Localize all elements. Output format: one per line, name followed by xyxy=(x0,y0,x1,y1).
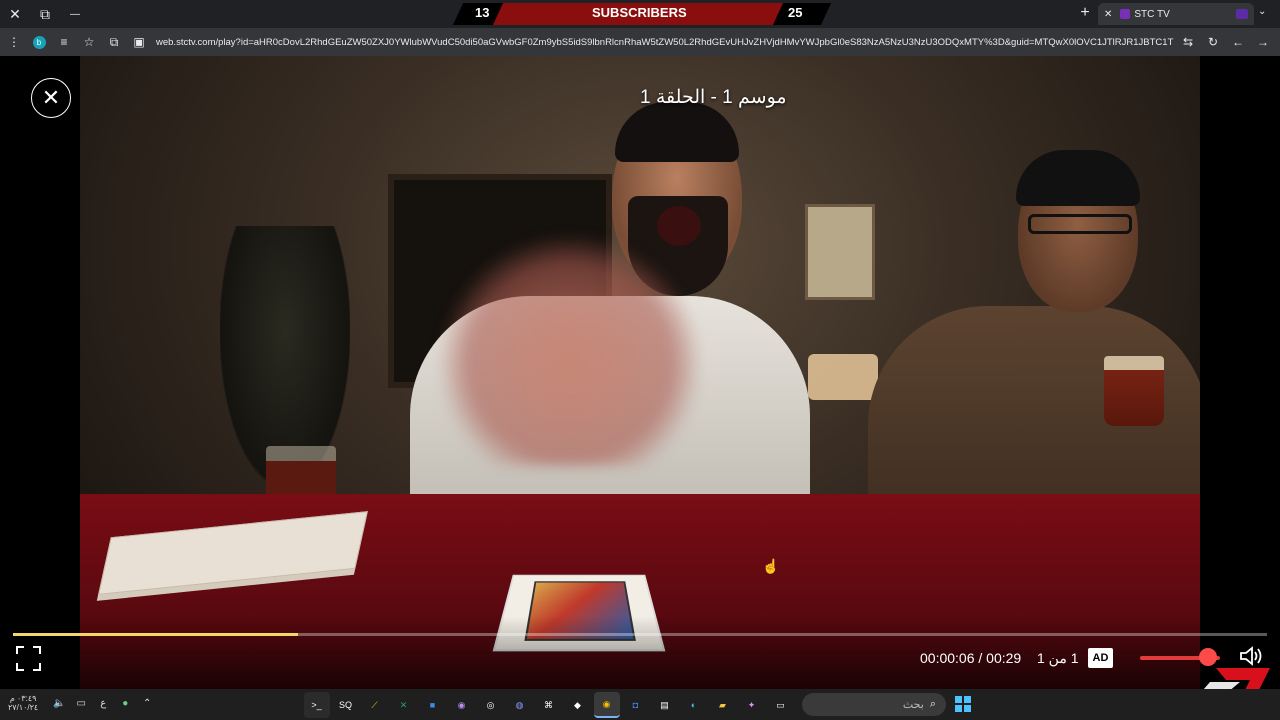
copilot-icon[interactable]: ✦ xyxy=(739,692,765,718)
site-info-icon[interactable]: ▣ xyxy=(128,31,150,53)
install-app-icon[interactable]: ⧉ xyxy=(103,31,125,53)
episode-title: موسم 1 - الحلقة 1 xyxy=(640,87,787,108)
lamp xyxy=(808,354,878,400)
system-tray: ٠٣:٤٩ م ٢٧/١٠/٢٤ 🔈 ▭ ع ● ⌃ xyxy=(8,694,158,712)
menu-dots-icon[interactable]: ⋮ xyxy=(3,31,25,53)
subscriber-left-count: 13 xyxy=(475,5,490,20)
sql-app-icon[interactable]: SQ xyxy=(333,692,359,718)
address-bar: ⋮ b ≡ ☆ ⧉ ▣ web.stctv.com/play?id=aHR0cD… xyxy=(0,28,1280,56)
video-frame[interactable] xyxy=(80,56,1200,689)
tea-glass-right xyxy=(1104,356,1164,426)
player-close-button[interactable]: ✕ xyxy=(31,78,71,118)
reading-mode-icon[interactable]: ≡ xyxy=(53,31,75,53)
window-minimize-button[interactable]: — xyxy=(60,0,90,28)
ad-badge: AD xyxy=(1088,648,1113,668)
discord-icon[interactable]: ◍ xyxy=(507,692,533,718)
video-player[interactable]: ✕ موسم 1 - الحلقة 1 ☝ 00:00:06 / 00:29 1… xyxy=(0,56,1280,689)
taskbar-search[interactable]: بحث ⌕ xyxy=(802,693,946,716)
ctrl-app-icon[interactable]: ⌘ xyxy=(536,692,562,718)
tab-search-chevron-icon[interactable]: ⌄ xyxy=(1258,6,1266,17)
chrome-icon[interactable]: ◉ xyxy=(593,692,620,718)
star-icon[interactable]: ☆ xyxy=(78,31,100,53)
back-icon[interactable]: ← xyxy=(1227,31,1249,53)
windows-taskbar: ٠٣:٤٩ م ٢٧/١٠/٢٤ 🔈 ▭ ع ● ⌃ >_ SQ ⟋ ✕ ■ ◉… xyxy=(0,689,1280,720)
yellow-app-icon[interactable]: ⟋ xyxy=(362,692,388,718)
channel-logo xyxy=(1203,668,1270,689)
windows-start-icon[interactable] xyxy=(955,696,971,712)
tab-title: STC TV xyxy=(1134,8,1170,20)
search-icon: ⌕ xyxy=(929,698,936,710)
outlook-icon[interactable]: ◘ xyxy=(623,692,649,718)
url-field[interactable]: web.stctv.com/play?id=aHR0cDovL2RhdGEuZW… xyxy=(156,37,1174,48)
reload-icon[interactable]: ↻ xyxy=(1202,31,1224,53)
tune-icon[interactable]: ⇆ xyxy=(1177,31,1199,53)
unity-icon[interactable]: ◆ xyxy=(565,692,591,718)
fullscreen-icon[interactable] xyxy=(16,646,41,671)
window-close-button[interactable]: ✕ xyxy=(0,0,30,28)
store-icon[interactable]: ▤ xyxy=(652,692,678,718)
extension-button[interactable]: b xyxy=(28,31,50,53)
language-indicator[interactable]: ع xyxy=(95,695,111,711)
ad-counter: 1 من 1 xyxy=(1037,650,1079,666)
restore-icon: ⧉ xyxy=(40,5,50,22)
task-view-icon[interactable]: ▭ xyxy=(768,692,794,718)
wall-painting xyxy=(805,204,875,300)
speaker-icon[interactable]: 🔈 xyxy=(51,695,67,711)
clock-date: ٢٧/١٠/٢٤ xyxy=(8,703,39,712)
microphone-icon[interactable]: ● xyxy=(117,695,133,711)
time-display: 00:00:06 / 00:29 xyxy=(920,650,1022,666)
mouse-cursor-icon: ☝ xyxy=(762,558,780,574)
file-explorer-icon[interactable]: ▰ xyxy=(710,692,736,718)
subscriber-label: SUBSCRIBERS xyxy=(592,5,687,20)
new-tab-button[interactable]: + xyxy=(1076,4,1094,22)
network-icon[interactable]: ▭ xyxy=(73,695,89,711)
tab-media-icon xyxy=(1236,9,1248,19)
forward-icon[interactable]: → xyxy=(1252,31,1274,53)
man-center-hair xyxy=(615,102,739,162)
progress-bar[interactable] xyxy=(13,633,1267,636)
tab-stc-tv[interactable]: ✕ STC TV xyxy=(1098,3,1254,25)
taskbar-apps: >_ SQ ⟋ ✕ ■ ◉ ◎ ◍ ⌘ ◆ ◉ ◘ ▤ ◐ ▰ ✦ ▭ xyxy=(302,692,795,718)
subscriber-right-count: 25 xyxy=(788,5,803,20)
progress-fill xyxy=(13,633,298,636)
clock[interactable]: ٠٣:٤٩ م ٢٧/١٠/٢٤ xyxy=(8,694,38,712)
minimize-icon: — xyxy=(70,8,80,20)
search-placeholder: بحث xyxy=(902,699,924,711)
tray-overflow-icon[interactable]: ⌃ xyxy=(139,695,155,711)
terminal-icon[interactable]: >_ xyxy=(303,692,330,718)
man-right-glasses xyxy=(1028,214,1132,234)
clock-time: ٠٣:٤٩ م xyxy=(9,694,37,703)
edge-icon[interactable]: ◐ xyxy=(681,692,707,718)
excel-icon[interactable]: ✕ xyxy=(391,692,417,718)
blue-app-icon[interactable]: ■ xyxy=(420,692,446,718)
purple-app-icon[interactable]: ◉ xyxy=(449,692,475,718)
close-icon: ✕ xyxy=(9,5,21,22)
stc-favicon-icon xyxy=(1120,9,1131,19)
tab-close-icon[interactable]: ✕ xyxy=(1104,9,1112,20)
extension-icon: b xyxy=(32,35,46,49)
github-icon[interactable]: ◎ xyxy=(478,692,504,718)
close-icon: ✕ xyxy=(41,85,61,110)
blurred-hand xyxy=(440,236,700,466)
window-restore-button[interactable]: ⧉ xyxy=(30,0,60,28)
man-right-hair xyxy=(1016,150,1140,206)
